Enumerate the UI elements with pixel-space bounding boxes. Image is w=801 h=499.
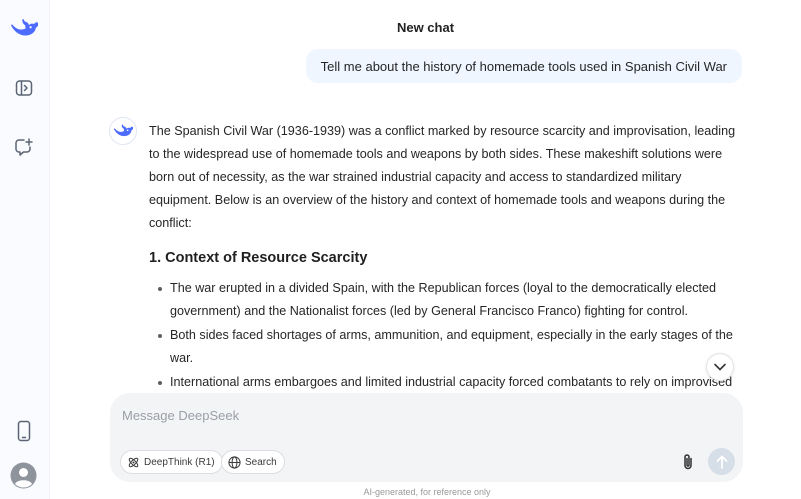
answer-intro: The Spanish Civil War (1936-1939) was a …	[149, 124, 736, 230]
arrow-up-icon	[716, 455, 727, 469]
assistant-avatar-icon	[109, 117, 137, 145]
assistant-message: The Spanish Civil War (1936-1939) was a …	[149, 120, 745, 394]
message-input[interactable]	[122, 405, 702, 425]
user-avatar-icon[interactable]	[10, 462, 37, 489]
send-button[interactable]	[708, 448, 735, 475]
globe-icon	[228, 455, 241, 469]
phone-icon[interactable]	[11, 418, 37, 444]
list-item: International arms embargoes and limited…	[158, 371, 745, 394]
list-item: The war erupted in a divided Spain, with…	[158, 277, 745, 323]
sidebar-toggle-icon[interactable]	[11, 75, 37, 101]
list-item: Both sides faced shortages of arms, ammu…	[158, 324, 745, 370]
deepthink-toggle-button[interactable]: DeepThink (R1)	[120, 450, 223, 474]
disclaimer-text: AI-generated, for reference only	[363, 487, 491, 497]
deepseek-logo-icon[interactable]	[10, 15, 38, 43]
search-label: Search	[245, 456, 277, 468]
sidebar	[0, 0, 50, 499]
new-chat-icon[interactable]	[11, 134, 37, 160]
atom-icon	[128, 457, 139, 467]
page-title: New chat	[396, 20, 455, 35]
user-message: Tell me about the history of homemade to…	[305, 49, 742, 83]
scroll-to-bottom-button[interactable]	[706, 353, 734, 381]
message-composer: DeepThink (R1) Search	[110, 393, 743, 482]
attach-file-button[interactable]	[677, 450, 699, 474]
deepthink-label: DeepThink (R1)	[144, 456, 215, 468]
paperclip-icon	[684, 454, 692, 470]
search-toggle-button[interactable]: Search	[221, 450, 285, 474]
answer-section-heading: 1. Context of Resource Scarcity	[149, 250, 368, 266]
chevron-down-icon	[714, 363, 726, 371]
answer-bullet-list: The war erupted in a divided Spain, with…	[158, 277, 745, 394]
